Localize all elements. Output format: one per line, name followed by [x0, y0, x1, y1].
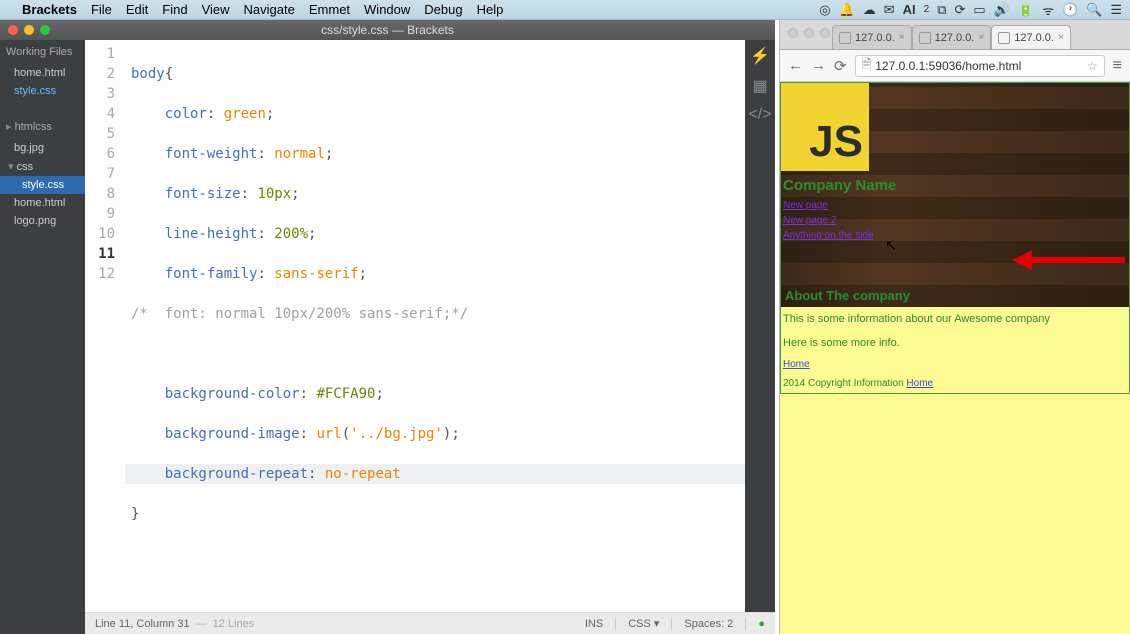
- menu-view[interactable]: View: [202, 2, 230, 17]
- brackets-statusbar: Line 11, Column 31 — 12 Lines INS CSS ▾ …: [85, 612, 775, 634]
- menu-window[interactable]: Window: [364, 2, 410, 17]
- working-file-style[interactable]: style.css: [0, 82, 85, 100]
- insert-mode[interactable]: INS: [585, 618, 603, 630]
- footer-home-link[interactable]: Home: [906, 378, 933, 389]
- favicon-icon: [839, 32, 851, 44]
- nav-link-1[interactable]: New page: [781, 196, 1129, 211]
- sync-icon[interactable]: ⟳: [955, 2, 966, 18]
- menu-file[interactable]: File: [91, 2, 112, 17]
- app-name[interactable]: Brackets: [22, 2, 77, 17]
- project-root[interactable]: htmlcss: [0, 114, 85, 139]
- bell-icon[interactable]: 🔔: [839, 2, 855, 18]
- address-bar[interactable]: 🗎 127.0.0.1:59036/home.html ☆: [855, 55, 1105, 77]
- tree-css-folder[interactable]: css: [0, 157, 85, 176]
- language-mode[interactable]: CSS ▾: [628, 617, 659, 630]
- code-icon[interactable]: </>: [748, 106, 771, 124]
- adobe-icon[interactable]: AI: [903, 2, 916, 17]
- brackets-toolstrip: ⚡ ▦ </>: [745, 40, 775, 612]
- cloud-icon[interactable]: ☁: [863, 2, 876, 18]
- browser-tab-2[interactable]: 127.0.0.×: [912, 25, 992, 49]
- badge: 2: [924, 4, 930, 15]
- clock-icon[interactable]: 🕐: [1062, 2, 1078, 18]
- window-title: css/style.css — Brackets: [321, 23, 454, 37]
- preview-page: JS Company Name New page New page 2 Anyt…: [780, 82, 1130, 394]
- menu-emmet[interactable]: Emmet: [309, 2, 350, 17]
- nav-link-2[interactable]: New page 2: [781, 211, 1129, 226]
- reload-button[interactable]: ⟳: [834, 57, 847, 75]
- tab-close-icon[interactable]: ×: [899, 32, 905, 43]
- home-link[interactable]: Home: [781, 355, 812, 374]
- line-gutter: 123456789101112: [85, 44, 125, 612]
- chrome-zoom[interactable]: [820, 28, 830, 38]
- about-p2: Here is some more info.: [781, 331, 1129, 355]
- url-text: 127.0.0.1:59036/home.html: [875, 59, 1021, 73]
- tree-bg[interactable]: bg.jpg: [0, 139, 85, 157]
- close-button[interactable]: [8, 25, 18, 35]
- favicon-icon: [919, 32, 931, 44]
- logo: JS: [781, 83, 869, 171]
- traffic-lights: [8, 25, 50, 35]
- about-header: About The company: [783, 282, 912, 305]
- brackets-window: css/style.css — Brackets Working Files h…: [0, 20, 775, 634]
- menu-navigate[interactable]: Navigate: [244, 2, 295, 17]
- macos-menubar: Brackets File Edit Find View Navigate Em…: [0, 0, 1130, 20]
- company-name: Company Name: [781, 171, 1129, 196]
- menu-debug[interactable]: Debug: [424, 2, 462, 17]
- chrome-close[interactable]: [788, 28, 798, 38]
- editor-area[interactable]: 123456789101112 body{ color: green; font…: [85, 40, 775, 634]
- tab-close-icon[interactable]: ×: [978, 32, 984, 43]
- favicon-icon: [998, 32, 1010, 44]
- code-content[interactable]: body{ color: green; font-weight: normal;…: [125, 44, 775, 612]
- chrome-tabstrip: 127.0.0.× 127.0.0.× 127.0.0.×: [780, 20, 1130, 50]
- menu-help[interactable]: Help: [477, 2, 504, 17]
- chrome-window: 127.0.0.× 127.0.0.× 127.0.0.× ← → ⟳ 🗎 12…: [779, 20, 1130, 634]
- battery-icon[interactable]: 🔋: [1018, 2, 1034, 18]
- browser-tab-3-active[interactable]: 127.0.0.×: [991, 25, 1071, 49]
- chrome-toolbar: ← → ⟳ 🗎 127.0.0.1:59036/home.html ☆ ≡: [780, 50, 1130, 82]
- volume-icon[interactable]: 🔊: [994, 2, 1010, 18]
- browser-tab-1[interactable]: 127.0.0.×: [832, 25, 912, 49]
- back-button[interactable]: ←: [788, 57, 803, 74]
- indentation[interactable]: Spaces: 2: [684, 618, 733, 630]
- annotation-arrow-icon: [1010, 240, 1130, 280]
- chrome-traffic-lights: [788, 28, 830, 38]
- chrome-menu-icon[interactable]: ≡: [1113, 57, 1122, 75]
- cursor-position[interactable]: Line 11, Column 31: [95, 618, 190, 630]
- about-p1: This is some information about our Aweso…: [781, 307, 1129, 331]
- tree-style-css[interactable]: style.css: [0, 176, 85, 194]
- extensions-icon[interactable]: ▦: [752, 76, 767, 96]
- brackets-titlebar: css/style.css — Brackets: [0, 20, 775, 40]
- working-file-home[interactable]: home.html: [0, 64, 85, 82]
- chrome-min[interactable]: [804, 28, 814, 38]
- line-count: 12 Lines: [213, 618, 255, 630]
- zoom-button[interactable]: [40, 25, 50, 35]
- chat-icon[interactable]: ✉: [884, 2, 895, 18]
- forward-button[interactable]: →: [811, 57, 826, 74]
- tree-logo-png[interactable]: logo.png: [0, 212, 85, 230]
- tab-close-icon[interactable]: ×: [1058, 32, 1064, 43]
- nav-link-3[interactable]: Anything on the side: [781, 226, 1129, 241]
- brackets-sidebar: Working Files home.html style.css htmlcs…: [0, 40, 85, 634]
- status-ok-icon[interactable]: ●: [758, 618, 765, 630]
- wifi-icon[interactable]: ᯤ: [1042, 1, 1054, 19]
- tree-home-html[interactable]: home.html: [0, 194, 85, 212]
- display-icon[interactable]: ▭: [973, 2, 985, 18]
- browser-viewport: JS Company Name New page New page 2 Anyt…: [780, 82, 1130, 634]
- page-icon: 🗎: [862, 55, 872, 76]
- working-files-header[interactable]: Working Files: [0, 40, 85, 64]
- notification-icon[interactable]: ☰: [1110, 2, 1122, 18]
- bookmark-star-icon[interactable]: ☆: [1087, 59, 1098, 73]
- dropbox-icon[interactable]: ⧉: [937, 2, 946, 18]
- mouse-cursor-icon: ↖: [885, 237, 897, 254]
- menubar-right-icons: ◎ 🔔 ☁ ✉ AI 2 ⧉ ⟳ ▭ 🔊 🔋 ᯤ 🕐 🔍 ☰: [819, 1, 1122, 19]
- siri-icon[interactable]: ◎: [819, 2, 830, 18]
- minimize-button[interactable]: [24, 25, 34, 35]
- menu-find[interactable]: Find: [162, 2, 187, 17]
- footer: 2014 Copyright Information Home: [781, 374, 1129, 393]
- live-preview-icon[interactable]: ⚡: [750, 46, 770, 66]
- menu-edit[interactable]: Edit: [126, 2, 148, 17]
- spotlight-icon[interactable]: 🔍: [1086, 2, 1102, 18]
